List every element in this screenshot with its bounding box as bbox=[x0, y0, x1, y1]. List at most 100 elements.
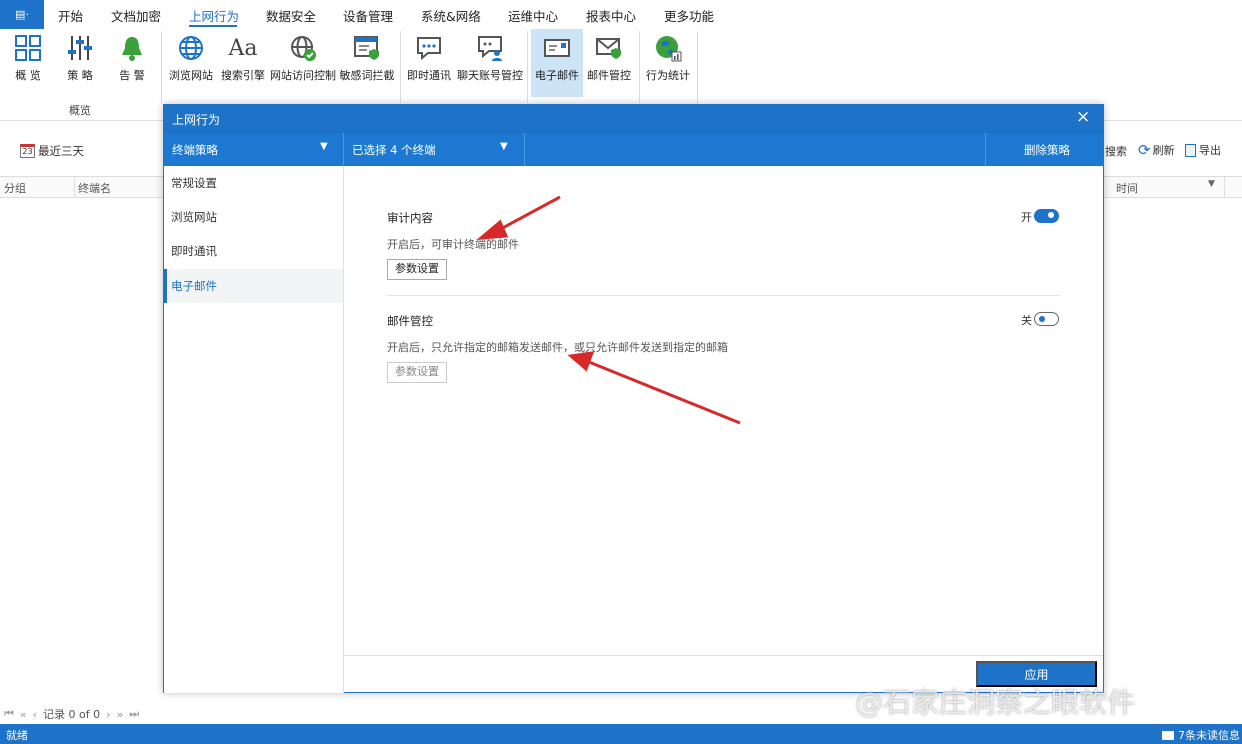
terminal-select[interactable]: 已选择 4 个终端 ▼ bbox=[344, 133, 525, 166]
menu-ops-center[interactable]: 运维中心 bbox=[508, 6, 558, 25]
ribbon-separator bbox=[400, 31, 401, 103]
behavior-stats-button[interactable]: 行为统计 bbox=[644, 29, 692, 97]
calendar-icon: 23 bbox=[20, 144, 35, 158]
toggle-knob bbox=[1048, 212, 1054, 218]
chat-account-control-button[interactable]: 聊天账号管控 bbox=[457, 29, 523, 97]
last-page-icon[interactable]: ⏭ bbox=[129, 707, 139, 721]
grid-icon bbox=[13, 33, 43, 63]
menu-system-network[interactable]: 系统&网络 bbox=[421, 6, 481, 25]
close-icon[interactable]: × bbox=[1076, 108, 1090, 126]
menu-device-management[interactable]: 设备管理 bbox=[343, 6, 393, 25]
policy-label: 策 略 bbox=[67, 69, 93, 82]
sensitive-word-button[interactable]: 敏感词拦截 bbox=[339, 29, 395, 97]
unread-messages[interactable]: 7条未读信息 bbox=[1162, 727, 1240, 743]
chat-icon bbox=[414, 33, 444, 63]
column-group[interactable]: 分组 bbox=[4, 180, 26, 196]
delete-policy-button[interactable]: 删除策略 bbox=[985, 133, 1103, 166]
terminal-select-value: 已选择 4 个终端 bbox=[352, 143, 436, 157]
menu-bar: ▤· 开始 文档加密 上网行为 数据安全 设备管理 系统&网络 运维中心 报表中… bbox=[0, 0, 1242, 29]
menu-more-features[interactable]: 更多功能 bbox=[664, 6, 714, 25]
ribbon-separator bbox=[639, 31, 640, 103]
globe-check-icon bbox=[288, 33, 318, 63]
ribbon-separator bbox=[161, 31, 162, 103]
audit-params-button[interactable]: 参数设置 bbox=[387, 259, 447, 280]
toggle-knob bbox=[1039, 316, 1045, 322]
menu-report-center[interactable]: 报表中心 bbox=[586, 6, 636, 25]
dialog-title-bar: 上网行为 × bbox=[164, 105, 1103, 133]
search-engine-label: 搜索引擎 bbox=[221, 69, 265, 82]
sliders-icon bbox=[65, 33, 95, 63]
audit-toggle[interactable] bbox=[1034, 209, 1059, 223]
chat-user-icon bbox=[475, 33, 505, 63]
email-control-params-button[interactable]: 参数设置 bbox=[387, 362, 447, 383]
export-label: 导出 bbox=[1199, 144, 1221, 157]
dialog-title: 上网行为 bbox=[172, 113, 221, 127]
status-bar: 就绪 7条未读信息 bbox=[0, 724, 1242, 744]
ribbon-group-label: 概览 bbox=[69, 104, 91, 117]
overview-label: 概 览 bbox=[15, 69, 41, 82]
chevron-down-icon: ▼ bbox=[500, 141, 508, 152]
column-terminal-name[interactable]: 终端名 bbox=[78, 180, 111, 196]
mail-shield-icon bbox=[594, 33, 624, 63]
search-label: 搜索 bbox=[1105, 145, 1127, 158]
browse-website-button[interactable]: 浏览网站 bbox=[167, 29, 215, 97]
sidebar-item-instant-messaging[interactable]: 即时通讯 bbox=[164, 234, 343, 268]
email-label: 电子邮件 bbox=[535, 69, 579, 82]
first-page-icon[interactable]: ⏮ bbox=[4, 707, 14, 721]
globe-icon bbox=[176, 33, 206, 63]
app-menu-button[interactable]: ▤· bbox=[0, 0, 44, 29]
column-divider bbox=[1224, 177, 1225, 197]
email-control-title: 邮件管控 bbox=[387, 314, 433, 328]
record-count: 记录 0 of 0 bbox=[43, 708, 101, 721]
menu-start[interactable]: 开始 bbox=[58, 6, 83, 25]
website-access-control-button[interactable]: 网站访问控制 bbox=[270, 29, 336, 97]
menu-web-behavior[interactable]: 上网行为 bbox=[189, 6, 239, 25]
policy-select[interactable]: 终端策略 ▼ bbox=[164, 133, 344, 166]
overview-button[interactable]: 概 览 bbox=[6, 29, 50, 97]
column-divider bbox=[74, 177, 75, 197]
email-control-button[interactable]: 邮件管控 bbox=[585, 29, 633, 97]
delete-policy-label: 删除策略 bbox=[1024, 143, 1070, 157]
ribbon-separator bbox=[697, 31, 698, 103]
search-engine-button[interactable]: Aa 搜索引擎 bbox=[219, 29, 267, 97]
date-filter[interactable]: 23 最近三天 bbox=[20, 143, 84, 159]
email-control-toggle[interactable] bbox=[1034, 312, 1059, 326]
web-behavior-dialog: 上网行为 × 终端策略 ▼ 已选择 4 个终端 ▼ 删除策略 常规设置 浏览网站… bbox=[163, 104, 1104, 693]
chevron-down-icon[interactable]: ▼ bbox=[1208, 179, 1215, 189]
alert-button[interactable]: 告 警 bbox=[110, 29, 154, 97]
sensitive-word-label: 敏感词拦截 bbox=[339, 69, 395, 82]
export-button[interactable]: 导出 bbox=[1185, 142, 1221, 158]
menu-data-security[interactable]: 数据安全 bbox=[266, 6, 316, 25]
refresh-button[interactable]: ⟳ 刷新 bbox=[1138, 142, 1175, 158]
menu-doc-encrypt[interactable]: 文档加密 bbox=[111, 6, 161, 25]
prev-page-icon[interactable]: ‹ bbox=[33, 708, 37, 721]
policy-button[interactable]: 策 略 bbox=[58, 29, 102, 97]
instant-messaging-label: 即时通讯 bbox=[407, 69, 451, 82]
browse-website-label: 浏览网站 bbox=[169, 69, 213, 82]
earth-chart-icon bbox=[653, 33, 683, 63]
sidebar-item-email[interactable]: 电子邮件 bbox=[164, 269, 343, 303]
font-icon: Aa bbox=[228, 35, 258, 61]
sidebar-item-general[interactable]: 常规设置 bbox=[164, 166, 343, 200]
prev-page-fast-icon[interactable]: « bbox=[20, 708, 27, 721]
next-page-icon[interactable]: › bbox=[106, 708, 110, 721]
active-menu-underline bbox=[189, 25, 237, 27]
window-shield-icon bbox=[352, 33, 382, 63]
email-button[interactable]: 电子邮件 bbox=[531, 29, 583, 97]
next-page-fast-icon[interactable]: » bbox=[117, 708, 124, 721]
policy-select-value: 终端策略 bbox=[172, 143, 218, 157]
search-button[interactable]: 搜索 bbox=[1105, 143, 1127, 159]
audit-content-desc: 开启后，可审计终端的邮件 bbox=[387, 238, 519, 251]
pager: ⏮ « ‹ 记录 0 of 0 › » ⏭ bbox=[0, 705, 139, 723]
chat-account-control-label: 聊天账号管控 bbox=[457, 69, 523, 82]
footer-divider bbox=[345, 655, 1103, 656]
mail-icon bbox=[542, 33, 572, 63]
sidebar-item-browse-website[interactable]: 浏览网站 bbox=[164, 200, 343, 234]
instant-messaging-button[interactable]: 即时通讯 bbox=[405, 29, 453, 97]
refresh-label: 刷新 bbox=[1152, 144, 1175, 157]
date-filter-label: 最近三天 bbox=[38, 144, 84, 158]
column-time[interactable]: 时间 bbox=[1116, 180, 1138, 196]
website-access-control-label: 网站访问控制 bbox=[270, 69, 336, 82]
bell-icon bbox=[117, 33, 147, 63]
alert-label: 告 警 bbox=[119, 69, 145, 82]
